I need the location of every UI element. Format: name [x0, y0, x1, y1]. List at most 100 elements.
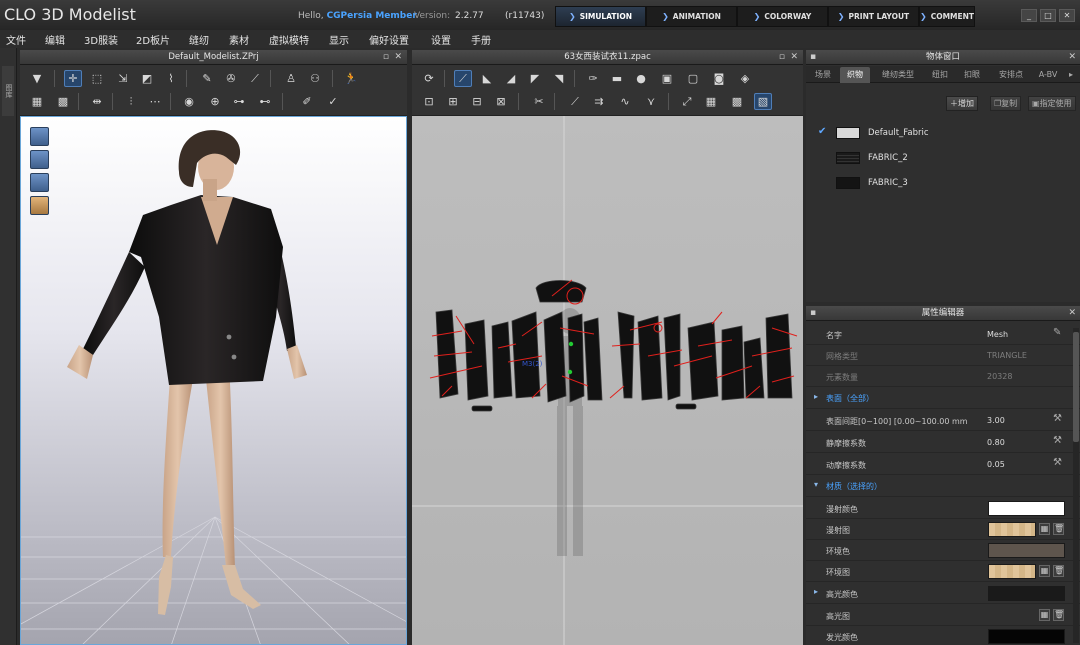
delete-icon[interactable]: 🗑 [1053, 609, 1064, 621]
close-icon[interactable]: ✕ [790, 50, 798, 64]
check-sew-icon[interactable]: ⋎ [642, 93, 660, 110]
pencil-icon[interactable]: ✎ [1053, 327, 1061, 338]
dart-icon[interactable]: ◈ [736, 70, 754, 87]
tape-icon[interactable]: ✓ [324, 93, 342, 110]
point-select-icon[interactable]: ◩ [138, 70, 156, 87]
fabric-item[interactable]: ✔ Default_Fabric [806, 121, 1080, 146]
texture-icon[interactable]: ▩ [728, 93, 746, 110]
tab-comment[interactable]: ❯ COMMENT [919, 6, 975, 27]
free-sew-icon[interactable]: ⊟ [468, 93, 486, 110]
rectangle-icon[interactable]: ▬ [608, 70, 626, 87]
internal-circle-icon[interactable]: ◙ [710, 70, 728, 87]
arrangement-icon[interactable]: ⚇ [306, 70, 324, 87]
segment-sew-icon[interactable]: ⊞ [444, 93, 462, 110]
close-button[interactable]: ✕ [1059, 9, 1075, 22]
edit-curve-icon[interactable]: ◢ [502, 70, 520, 87]
texture-thumbnail[interactable] [988, 564, 1036, 579]
property-scrollbar[interactable] [1073, 328, 1079, 643]
tab-print-layout[interactable]: ❯ PRINT LAYOUT [828, 6, 919, 27]
display-toggle-icon[interactable]: ▧ [754, 93, 772, 110]
box-select-icon[interactable]: ⬚ [88, 70, 106, 87]
section-material[interactable]: ▾ 材质（选择的） [806, 476, 1080, 497]
dropdown-arrow-icon[interactable]: ▼ [28, 70, 46, 87]
user-name-link[interactable]: CGPersia Member [327, 11, 417, 21]
curve-point-icon[interactable]: ◥ [550, 70, 568, 87]
button-tool-icon[interactable]: ◉ [180, 93, 198, 110]
pin-icon[interactable]: ✇ [222, 70, 240, 87]
tab-abv[interactable]: A-BV [1034, 67, 1062, 83]
trace-icon[interactable]: ⊡ [420, 93, 438, 110]
viewport-2d[interactable]: M3(2) [412, 116, 803, 645]
prop-value[interactable]: 3.00 [987, 416, 1005, 425]
prop-name[interactable]: 名字 Mesh ✎ [806, 324, 1080, 345]
color-swatch[interactable] [988, 629, 1065, 644]
pin-tool-icon[interactable]: ✐ [298, 93, 316, 110]
tack-sew-icon[interactable]: ⊠ [492, 93, 510, 110]
menu-sewing[interactable]: 缝纫 [189, 30, 209, 47]
edit-point-icon[interactable]: ◣ [478, 70, 496, 87]
delete-icon[interactable]: 🗑 [1053, 565, 1064, 577]
pipe-icon[interactable]: ⊷ [256, 93, 274, 110]
prop-value[interactable]: 0.05 [987, 460, 1005, 469]
color-swatch[interactable] [988, 586, 1065, 601]
section-surface[interactable]: ▸ 表面（全部） [806, 388, 1080, 409]
menu-2d-pattern[interactable]: 2D板片 [136, 30, 170, 47]
wrench-icon[interactable]: ⚒ [1053, 457, 1062, 468]
menu-avatar[interactable]: 虚拟模特 [269, 30, 309, 47]
measure-icon[interactable]: ⟋ [246, 70, 264, 87]
tab-scroll-arrow[interactable]: ▸ [1064, 67, 1078, 83]
grid-icon[interactable]: ▦ [1039, 609, 1050, 621]
menu-file[interactable]: 文件 [6, 30, 26, 47]
prop-specular-map[interactable]: 高光图 ▦ 🗑 [806, 605, 1080, 626]
color-swatch[interactable] [988, 501, 1065, 516]
prop-diffuse-color[interactable]: 漫射颜色 [806, 498, 1080, 519]
skin-display-icon[interactable] [30, 196, 49, 215]
float-icon[interactable]: ▪ [810, 50, 816, 64]
fold-icon[interactable]: ⌇ [162, 70, 180, 87]
grid-icon[interactable]: ▦ [1039, 565, 1050, 577]
avatar-garment-icon[interactable] [30, 127, 49, 146]
grain-icon[interactable]: ⤢ [678, 93, 696, 110]
tab-simulation[interactable]: ❯ SIMULATION [555, 6, 646, 27]
wrench-icon[interactable]: ⚒ [1053, 435, 1062, 446]
menu-display[interactable]: 显示 [329, 30, 349, 47]
tab-fabric[interactable]: 织物 [840, 67, 870, 83]
seamline-icon[interactable]: ⫶ [122, 93, 140, 110]
stitch-icon[interactable]: ⋯ [146, 93, 164, 110]
texture-thumbnail[interactable] [988, 522, 1036, 537]
tab-arrangement-points[interactable]: 安排点 [990, 67, 1032, 83]
prop-diffuse-map[interactable]: 漫射图 ▦ 🗑 [806, 519, 1080, 540]
menu-settings[interactable]: 设置 [431, 30, 451, 47]
tab-seam-type[interactable]: 缝纫类型 [872, 67, 924, 83]
grid-icon[interactable]: ▦ [1039, 523, 1050, 535]
polygon-icon[interactable]: ✑ [584, 70, 602, 87]
wrench-icon[interactable]: ⚒ [1053, 413, 1062, 424]
menu-materials[interactable]: 素材 [229, 30, 249, 47]
fold-arrange-icon[interactable]: ✂ [530, 93, 548, 110]
fabric-item[interactable]: FABRIC_3 [806, 171, 1080, 196]
tab-scene[interactable]: 场景 [808, 67, 838, 83]
minimize-button[interactable]: _ [1021, 9, 1037, 22]
maximize-button[interactable]: □ [1040, 9, 1056, 22]
float-icon[interactable]: ▫ [779, 50, 785, 64]
library-tab[interactable]: 图库 [2, 66, 14, 116]
menu-edit[interactable]: 编辑 [45, 30, 65, 47]
menu-preferences[interactable]: 偏好设置 [369, 30, 409, 47]
edit-pattern-tool[interactable]: ⟋ [454, 70, 472, 87]
close-icon[interactable]: ✕ [1068, 50, 1076, 64]
prop-static-friction[interactable]: 静摩擦系数 0.80 ⚒ [806, 432, 1080, 453]
float-icon[interactable]: ▫ [383, 50, 389, 64]
scrollbar-thumb[interactable] [1073, 332, 1079, 442]
texture-icon[interactable]: ▩ [54, 93, 72, 110]
fabric-item[interactable]: FABRIC_2 [806, 146, 1080, 171]
select-move-tool[interactable]: ✛ [64, 70, 82, 87]
color-swatch[interactable] [988, 543, 1065, 558]
delete-icon[interactable]: 🗑 [1053, 523, 1064, 535]
menu-3d-garment[interactable]: 3D服装 [84, 30, 118, 47]
prop-ambient-map[interactable]: 环境图 ▦ 🗑 [806, 561, 1080, 582]
prop-specular-color[interactable]: ▸ 高光颜色 [806, 583, 1080, 604]
add-point-icon[interactable]: ◤ [526, 70, 544, 87]
tab-buttonholes[interactable]: 扣眼 [956, 67, 988, 83]
prop-emission-color[interactable]: 发光颜色 [806, 626, 1080, 645]
curve-icon[interactable]: ∿ [616, 93, 634, 110]
